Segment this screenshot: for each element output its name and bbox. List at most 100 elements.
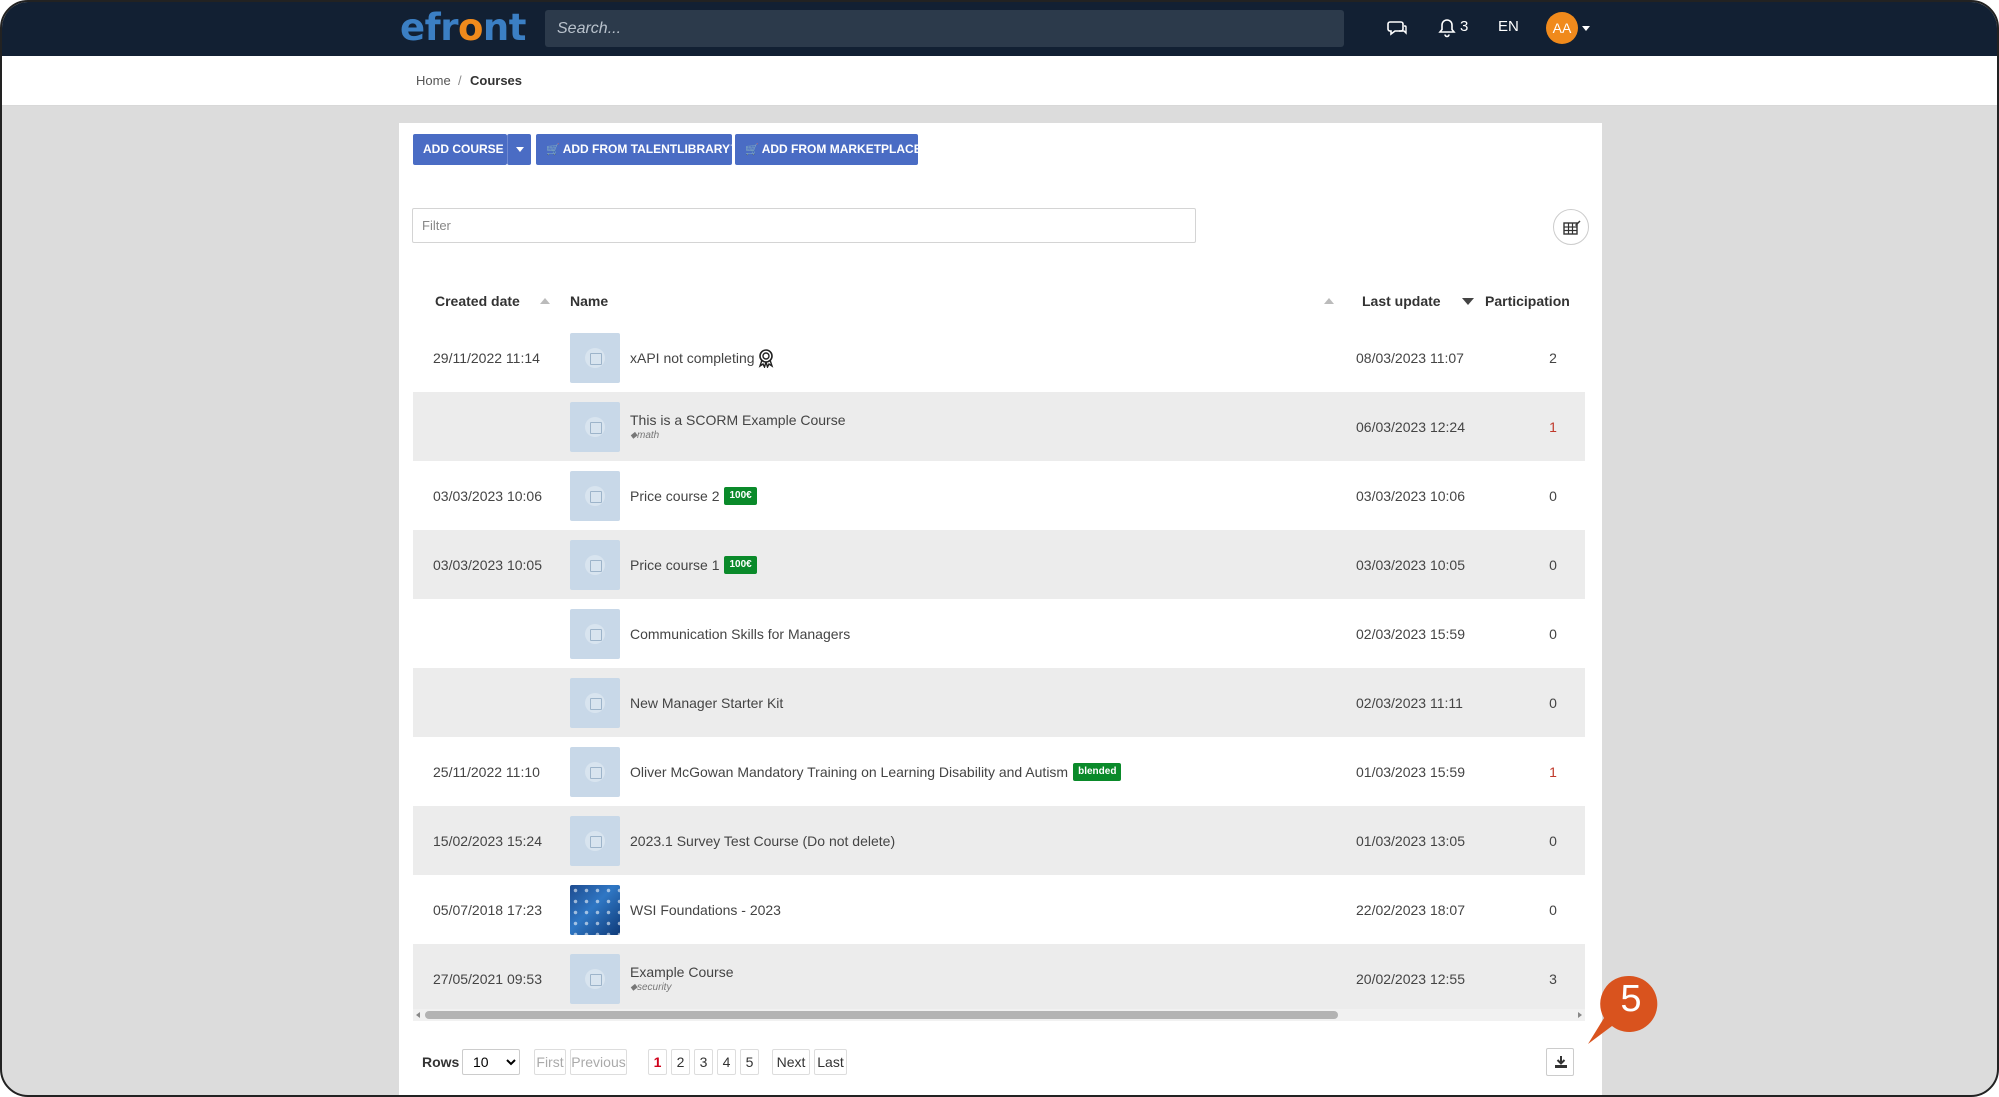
last-page-button[interactable]: Last <box>814 1049 847 1075</box>
course-thumbnail-cell <box>570 668 620 737</box>
course-thumbnail[interactable] <box>570 470 620 521</box>
rows-per-page-select[interactable]: 10 <box>462 1049 520 1075</box>
course-name-line: WSI Foundations - 2023 <box>630 902 781 918</box>
export-download-button[interactable] <box>1546 1048 1574 1076</box>
next-page-button[interactable]: Next <box>772 1049 810 1075</box>
page-button-1[interactable]: 1 <box>648 1049 667 1075</box>
bell-icon[interactable] <box>1438 18 1456 38</box>
previous-page-button[interactable]: Previous <box>570 1049 627 1075</box>
course-name-link[interactable]: New Manager Starter Kit <box>630 695 783 711</box>
table-row[interactable]: 27/05/2021 09:53 Example Course ⬥security 2… <box>413 944 1585 1013</box>
column-header-participation[interactable]: Participation <box>1485 293 1570 309</box>
book-icon <box>585 692 605 713</box>
logo-text-o: o <box>457 6 483 49</box>
table-row[interactable]: This is a SCORM Example Course ⬥math 06/03… <box>413 392 1585 461</box>
language-selector[interactable]: EN <box>1498 18 1519 35</box>
user-avatar[interactable]: AA <box>1546 12 1578 44</box>
sort-ascending-icon[interactable] <box>1324 298 1334 304</box>
book-icon <box>585 968 605 989</box>
participation-cell[interactable]: 1 <box>1543 737 1563 806</box>
scroll-left-icon[interactable] <box>416 1012 420 1018</box>
table-row[interactable]: 25/11/2022 11:10 Oliver McGowan Mandatory… <box>413 737 1585 806</box>
column-settings-button[interactable] <box>1553 209 1589 245</box>
scrollbar-thumb[interactable] <box>425 1011 1338 1019</box>
page-button-3[interactable]: 3 <box>694 1049 713 1075</box>
course-name-link[interactable]: WSI Foundations - 2023 <box>630 902 781 918</box>
course-thumbnail-cell <box>570 944 620 1013</box>
horizontal-scrollbar[interactable] <box>413 1009 1585 1021</box>
step-callout-number: 5 <box>1620 978 1642 1020</box>
table-row[interactable]: 05/07/2018 17:23 WSI Foundations - 2023 22… <box>413 875 1585 944</box>
last-update-cell: 01/03/2023 13:05 <box>1356 832 1465 849</box>
course-tag[interactable]: ⬥security <box>630 982 671 993</box>
first-page-button[interactable]: First <box>534 1049 566 1075</box>
course-name-link[interactable]: Oliver McGowan Mandatory Training on Lea… <box>630 764 1068 780</box>
notification-count[interactable]: 3 <box>1460 18 1468 35</box>
pagination: Rows 10 First Previous 1 2 3 4 5 Next La… <box>413 1047 1585 1077</box>
course-name-link[interactable]: Communication Skills for Managers <box>630 626 850 642</box>
avatar-dropdown-chevron-icon[interactable] <box>1582 26 1590 31</box>
search-input[interactable] <box>545 10 1344 47</box>
course-tag-label: math <box>637 430 660 441</box>
course-name-link[interactable]: Example Course <box>630 964 734 980</box>
table-row[interactable]: 29/11/2022 11:14 xAPI not completing 08/03… <box>413 323 1585 392</box>
course-tag-label: security <box>637 982 672 993</box>
course-thumbnail[interactable] <box>570 815 620 866</box>
course-name-link[interactable]: Price course 2 <box>630 488 719 504</box>
table-row[interactable]: 03/03/2023 10:05 Price course 1 100€ 03/03/… <box>413 530 1585 599</box>
table-row[interactable]: New Manager Starter Kit 02/03/2023 11:11 0 <box>413 668 1585 737</box>
add-course-button[interactable]: ADD COURSE <box>413 134 507 165</box>
chat-icon[interactable] <box>1387 18 1407 38</box>
course-thumbnail[interactable] <box>570 608 620 659</box>
table-header: Created date Name Last update Participat… <box>413 285 1585 319</box>
table-row[interactable]: 15/02/2023 15:24 2023.1 Survey Test Cours… <box>413 806 1585 875</box>
course-tag[interactable]: ⬥math <box>630 430 659 441</box>
course-badge: 100€ <box>724 486 757 505</box>
sort-descending-icon[interactable] <box>1462 298 1474 305</box>
efront-logo[interactable]: efront <box>400 6 526 49</box>
add-from-marketplace-button[interactable]: 🛒 ADD FROM MARKETPLACE <box>735 134 922 165</box>
tag-icon: ⬥ <box>630 430 637 441</box>
created-date-cell: 25/11/2022 11:10 <box>433 763 540 780</box>
page-button-2[interactable]: 2 <box>671 1049 690 1075</box>
app-window: efront 3 EN AA Home / Courses ADD COURSE… <box>0 0 1999 1097</box>
add-course-dropdown-button[interactable] <box>507 134 531 165</box>
book-icon <box>585 416 605 437</box>
course-thumbnail-cell <box>570 599 620 668</box>
add-from-talentlibrary-button[interactable]: 🛒 ADD FROM TALENTLIBRARY™ <box>536 134 742 165</box>
page-button-5[interactable]: 5 <box>740 1049 759 1075</box>
course-thumbnail[interactable] <box>570 677 620 728</box>
course-name-link[interactable]: 2023.1 Survey Test Course (Do not delete… <box>630 833 895 849</box>
course-name-link[interactable]: xAPI not completing <box>630 350 755 366</box>
course-name-line: Oliver McGowan Mandatory Training on Lea… <box>630 762 1122 781</box>
course-name-line: Price course 2 100€ <box>630 486 757 505</box>
courses-table-body: 29/11/2022 11:14 xAPI not completing 08/03… <box>413 323 1585 1013</box>
course-thumbnail[interactable] <box>570 332 620 383</box>
course-thumbnail[interactable] <box>570 539 620 590</box>
course-name-link[interactable]: This is a SCORM Example Course <box>630 412 846 428</box>
column-header-created-date[interactable]: Created date <box>435 293 520 309</box>
tag-icon: ⬥ <box>630 982 637 993</box>
courses-panel: ADD COURSE 🛒 ADD FROM TALENTLIBRARY™ 🛒 ADD… <box>399 123 1602 1095</box>
participation-cell[interactable]: 1 <box>1543 392 1563 461</box>
page-button-4[interactable]: 4 <box>717 1049 736 1075</box>
chevron-down-icon <box>516 147 524 152</box>
course-image-thumbnail[interactable] <box>570 884 620 935</box>
course-thumbnail-cell <box>570 875 620 944</box>
course-thumbnail[interactable] <box>570 401 620 452</box>
table-row[interactable]: 03/03/2023 10:06 Price course 2 100€ 03/03/… <box>413 461 1585 530</box>
last-update-cell: 03/03/2023 10:05 <box>1356 556 1465 573</box>
sort-ascending-icon[interactable] <box>540 298 550 304</box>
created-date-cell: 03/03/2023 10:06 <box>433 487 542 504</box>
course-name-cell: Communication Skills for Managers <box>630 599 850 668</box>
breadcrumb-home-link[interactable]: Home <box>416 73 451 88</box>
course-thumbnail[interactable] <box>570 953 620 1004</box>
course-thumbnail[interactable] <box>570 746 620 797</box>
participation-cell: 0 <box>1549 901 1557 918</box>
table-row[interactable]: Communication Skills for Managers 02/03/2… <box>413 599 1585 668</box>
column-header-name[interactable]: Name <box>570 293 608 309</box>
course-name-link[interactable]: Price course 1 <box>630 557 719 573</box>
filter-input[interactable] <box>412 208 1196 243</box>
course-name-line: Communication Skills for Managers <box>630 626 850 642</box>
column-header-last-update[interactable]: Last update <box>1362 293 1441 309</box>
